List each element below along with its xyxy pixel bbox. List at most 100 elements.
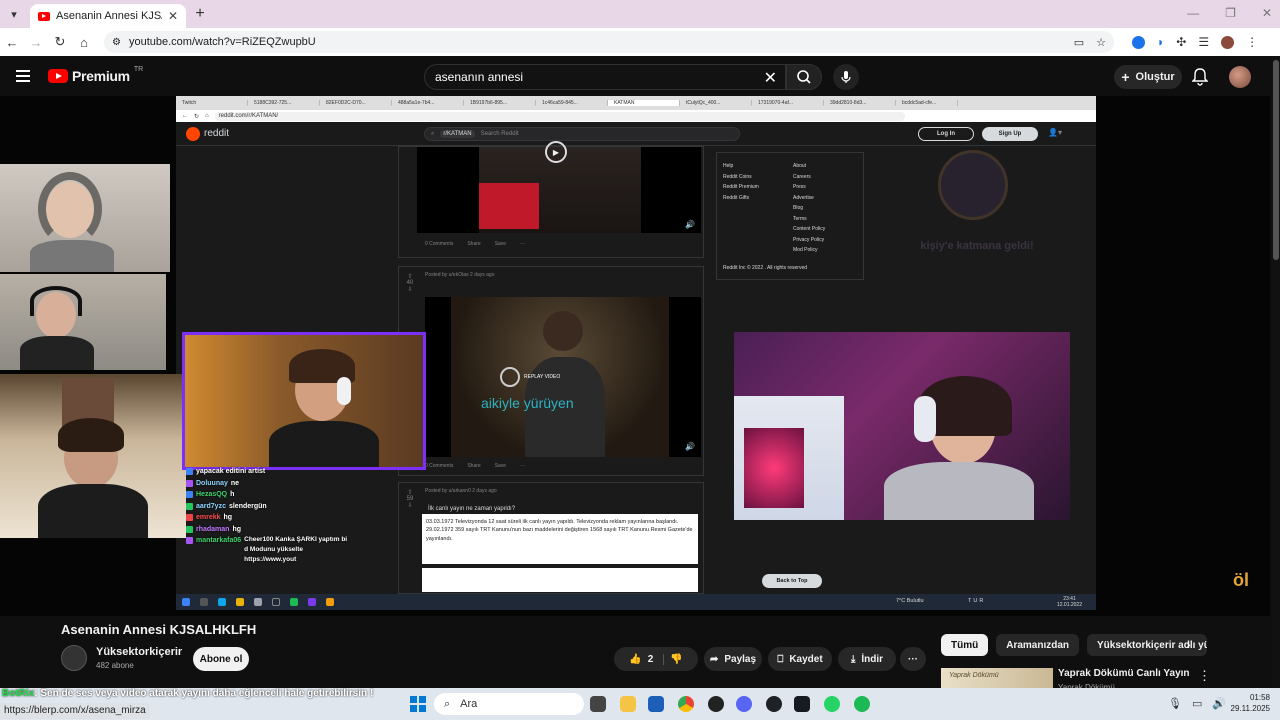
bookmark-star-icon[interactable]: ☆: [1096, 36, 1106, 49]
upvote-icon: ⇧: [407, 490, 413, 496]
site-info-icon[interactable]: ⚙: [112, 37, 121, 48]
notifications-bell-icon[interactable]: [1191, 68, 1209, 91]
downvote-icon: ⇩: [407, 287, 413, 293]
like-button[interactable]: 👍 2: [629, 653, 665, 665]
search-button[interactable]: [786, 64, 822, 90]
thumbs-down-icon[interactable]: 👎: [670, 654, 682, 665]
taskbar-search[interactable]: ⌕ Ara: [434, 693, 584, 715]
status-bar-link: https://blerp.com/x/asena_mirza: [0, 703, 150, 719]
sidebar-link: Advertise: [793, 194, 814, 201]
browser-tab-active[interactable]: Asenanin Annesi KJSALHKLFH ✕: [30, 4, 186, 28]
inner-tab: 1B9197b6-895...: [464, 100, 536, 106]
tab-close-icon[interactable]: ✕: [168, 9, 178, 23]
hijab-shape: [38, 172, 102, 246]
discord-icon[interactable]: [736, 696, 752, 712]
download-button[interactable]: ⤓ İndir: [838, 647, 896, 671]
plus-icon: +: [1121, 69, 1130, 85]
create-button[interactable]: + Oluştur: [1114, 65, 1182, 89]
app-icon[interactable]: [766, 696, 782, 712]
hair-shape: [58, 418, 124, 452]
extension-audio-icon[interactable]: ◗: [1157, 35, 1164, 49]
subscribe-button[interactable]: Abone ol: [193, 647, 249, 671]
microphone-tray-icon[interactable]: 🎙: [1168, 697, 1182, 710]
streamer-body-shape: [884, 462, 1034, 520]
browser-menu-icon[interactable]: ⋮: [1246, 35, 1258, 49]
chat-badge-icon: [186, 514, 193, 521]
voice-search-button[interactable]: [833, 64, 859, 90]
minimize-icon[interactable]: —: [1187, 6, 1199, 20]
chips-next-icon[interactable]: ›: [1186, 636, 1191, 652]
clear-search-icon[interactable]: ✕: [764, 68, 777, 88]
channel-avatar[interactable]: [61, 645, 87, 671]
windows-start-icon[interactable]: [410, 696, 426, 712]
steam-icon[interactable]: [794, 696, 810, 712]
extension-skype-icon[interactable]: [1132, 35, 1145, 49]
reload-icon[interactable]: ↻: [48, 34, 72, 50]
alert-text: kişiy'e katmana geldi!: [920, 240, 1034, 252]
share-link: Share: [467, 463, 481, 469]
sidebar-link: Help: [723, 163, 734, 169]
reddit-sidebar-links: Help Reddit Coins Reddit Premium Reddit …: [716, 152, 864, 280]
bot-name: BotRix: [2, 688, 35, 699]
close-window-icon[interactable]: ✕: [1262, 6, 1272, 20]
sidebar-col-2: About Careers Press Advertise Blog Terms…: [793, 161, 825, 256]
play-overlay-icon: ▶: [545, 141, 567, 163]
reddit-search-icon: ⌕: [431, 130, 435, 137]
cast-icon[interactable]: ▭: [1074, 36, 1084, 49]
recommendation-title[interactable]: Yaprak Dökümü Canlı Yayın: [1058, 668, 1190, 679]
store-icon[interactable]: [648, 696, 664, 712]
channel-name[interactable]: Yüksektorkiçerir: [96, 646, 182, 658]
back-icon[interactable]: ←: [0, 35, 24, 50]
inner-lang: TUR: [968, 598, 986, 604]
file-explorer-icon[interactable]: [620, 696, 636, 712]
forward-icon[interactable]: →: [24, 35, 48, 50]
share-button[interactable]: ➦ Paylaş: [704, 647, 762, 671]
profile-avatar-icon[interactable]: [1221, 35, 1235, 49]
stream-chat-overlay: yapacak editini artist Doluunay ne Hezas…: [186, 466, 352, 606]
save-link: Save: [494, 241, 507, 247]
sidebar-col-1: Help Reddit Coins Reddit Premium Reddit …: [723, 161, 759, 203]
home-icon[interactable]: ⌂: [72, 35, 96, 50]
new-tab-button[interactable]: +: [186, 5, 214, 23]
streamer-webcam-right: [734, 332, 1070, 520]
headset-shape: [914, 396, 936, 442]
address-bar[interactable]: ⚙ youtube.com/watch?v=RiZEQZwupbU ▭ ☆: [104, 31, 1114, 53]
menu-icon[interactable]: [16, 70, 30, 85]
task-view-icon[interactable]: [590, 696, 606, 712]
reddit-search: ⌕ r/KATMAN Search Reddit: [424, 127, 740, 141]
taskbar-clock[interactable]: 01:58 29.11.2025: [1222, 692, 1270, 714]
save-button[interactable]: ⎕ Kaydet: [768, 647, 832, 671]
account-avatar[interactable]: [1229, 66, 1251, 88]
video-player[interactable]: Twitch 5188C392-725... 82EF0D2C-D70... 4…: [0, 96, 1270, 616]
person-body-shape: [30, 240, 114, 272]
recommendation-thumbnail[interactable]: Yaprak Dökümü: [941, 668, 1053, 688]
sidebar-footer: Reddit Inc © 2022 . All rights reserved: [723, 265, 808, 271]
network-icon[interactable]: ▭: [1192, 697, 1202, 710]
reading-list-icon[interactable]: ☰: [1198, 35, 1209, 49]
maximize-icon[interactable]: ❐: [1225, 6, 1236, 20]
chrome-icon[interactable]: [678, 696, 694, 712]
more-actions-button[interactable]: ···: [900, 647, 926, 671]
whatsapp-icon[interactable]: [824, 696, 840, 712]
back-to-top-button: Back to Top: [762, 574, 822, 588]
logo-text: Premium: [72, 68, 130, 84]
search-input[interactable]: asenanın annesi ✕: [424, 64, 786, 90]
spotify-icon[interactable]: [854, 696, 870, 712]
extensions-puzzle-icon[interactable]: ✣: [1176, 35, 1186, 49]
youtube-logo[interactable]: Premium TR: [48, 66, 143, 84]
obs-icon[interactable]: [708, 696, 724, 712]
chip-all[interactable]: Tümü: [941, 634, 989, 656]
chat-badge-icon: [186, 537, 193, 544]
search-icon: [797, 70, 811, 84]
chat-message: mantarkafa06 Cheer100 Kanka ŞARKI yaptım…: [186, 535, 352, 565]
related-filter-chips: Tümü Aramanızdan Yüksektorkiçerir adlı y…: [941, 634, 1208, 656]
tab-search-dropdown-icon[interactable]: ▾: [0, 0, 28, 28]
headset-shape: [30, 286, 82, 316]
chip-from-search[interactable]: Aramanızdan: [996, 634, 1080, 656]
recommendation-menu-icon[interactable]: ⋮: [1198, 668, 1211, 684]
page-scrollbar-thumb[interactable]: [1273, 60, 1279, 260]
inner-tab: 39dd2810-8d3...: [824, 100, 896, 106]
reddit-post: ⇧ 40 ⇩ Posted by u/ekOtas 2 days ago REP…: [398, 266, 704, 476]
channel-watermark-icon[interactable]: öl: [1228, 570, 1254, 596]
microphone-icon: [841, 71, 851, 83]
